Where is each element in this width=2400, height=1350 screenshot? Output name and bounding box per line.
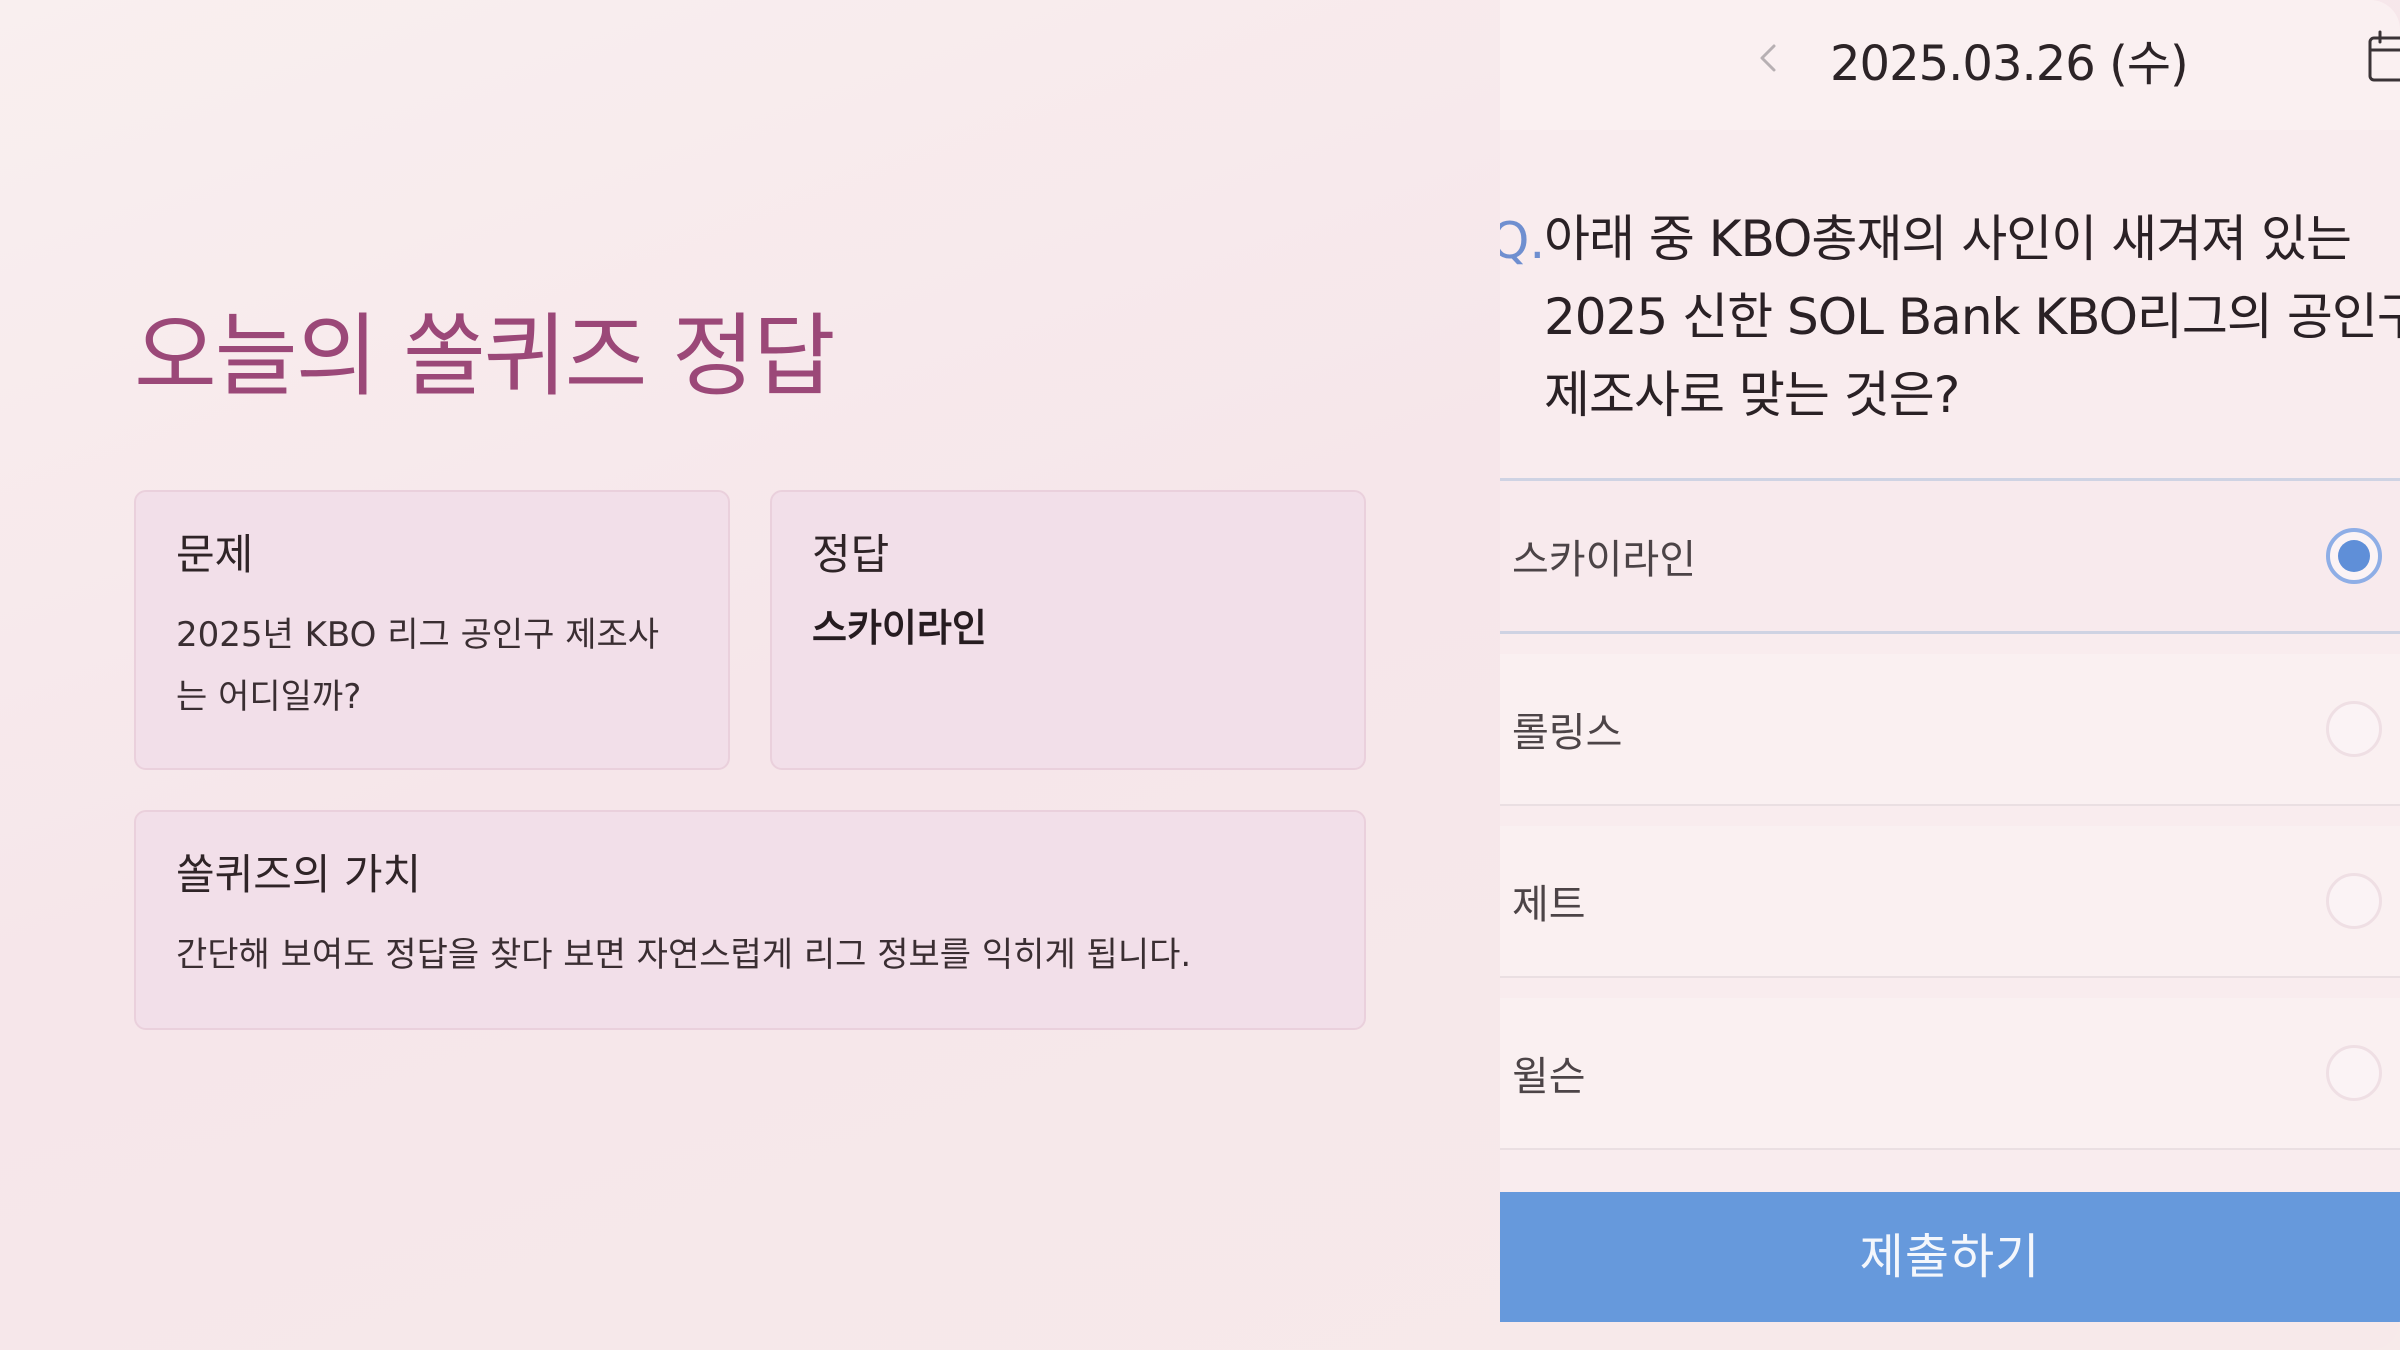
question-area: Q. 아래 중 KBO총재의 사인이 새겨져 있는 2025 신한 SOL Ba… [1500, 190, 2400, 450]
option-row[interactable]: 윌슨 [1500, 998, 2400, 1150]
value-card-text: 간단해 보여도 정답을 찾다 보면 자연스럽게 리그 정보를 익히게 됩니다. [176, 935, 1192, 976]
page-title: 오늘의 쏠퀴즈 정답 [134, 304, 836, 409]
problem-card-text: 2025년 KBO 리그 공인구 제조사는 어디일까? [176, 615, 660, 718]
radio-button[interactable] [2326, 1045, 2382, 1101]
value-card: 쏠퀴즈의 가치 간단해 보여도 정답을 찾다 보면 자연스럽게 리그 정보를 익… [134, 810, 1366, 1030]
answer-options: 스카이라인 롤링스 제트 윌슨 [1500, 478, 2400, 1170]
radio-button-selected[interactable] [2326, 528, 2382, 584]
question-marker: Q. [1500, 212, 1546, 270]
answer-card: 정답 스카이라인 [770, 490, 1366, 770]
answer-card-text: 스카이라인 [812, 606, 987, 651]
answer-explanation-panel: 오늘의 쏠퀴즈 정답 문제 2025년 KBO 리그 공인구 제조사는 어디일까… [0, 0, 1500, 1350]
option-row[interactable]: 제트 [1500, 826, 2400, 978]
option-row[interactable]: 스카이라인 [1500, 478, 2400, 634]
date-header: 2025.03.26 (수) [1500, 0, 2400, 130]
radio-button[interactable] [2326, 873, 2382, 929]
option-row[interactable]: 롤링스 [1500, 654, 2400, 806]
answer-card-heading: 정답 [812, 530, 890, 579]
problem-card-heading: 문제 [176, 530, 254, 579]
calendar-icon[interactable] [2366, 28, 2400, 84]
quiz-app-screen: 2025.03.26 (수) Q. 아래 중 KBO총재의 사인이 새겨져 있는… [1500, 0, 2400, 1350]
bottom-strip [1500, 1322, 2400, 1350]
quiz-date: 2025.03.26 (수) [1830, 36, 2189, 92]
question-text: 아래 중 KBO총재의 사인이 새겨져 있는 2025 신한 SOL Bank … [1544, 210, 2400, 424]
option-label: 제트 [1512, 882, 1586, 928]
value-card-heading: 쏠퀴즈의 가치 [176, 850, 422, 899]
option-label: 스카이라인 [1512, 537, 1696, 583]
submit-button[interactable]: 제출하기 [1500, 1192, 2400, 1322]
chevron-left-icon[interactable] [1750, 38, 1790, 78]
problem-card: 문제 2025년 KBO 리그 공인구 제조사는 어디일까? [134, 490, 730, 770]
radio-button[interactable] [2326, 701, 2382, 757]
option-label: 롤링스 [1512, 710, 1623, 756]
option-label: 윌슨 [1512, 1054, 1586, 1100]
page-frame: 오늘의 쏠퀴즈 정답 문제 2025년 KBO 리그 공인구 제조사는 어디일까… [0, 0, 2400, 1350]
